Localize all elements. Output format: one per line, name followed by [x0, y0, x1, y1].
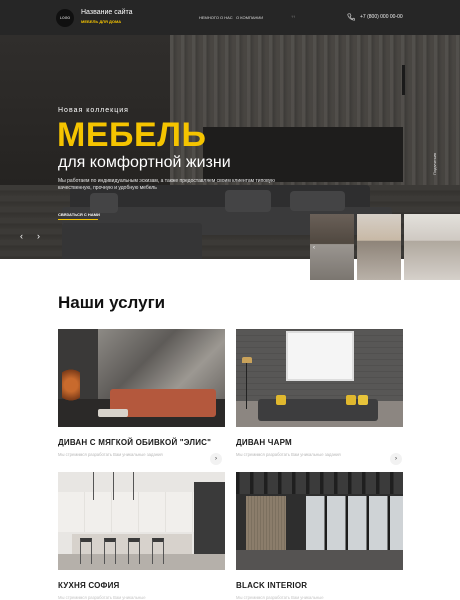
nav-link-about-us[interactable]: НЕМНОГО О НАС [199, 15, 233, 20]
service-card-image[interactable] [58, 329, 225, 427]
hero-pillow [90, 193, 118, 213]
hero-title: МЕБЕЛЬ [57, 116, 207, 154]
side-arrows: ‹ › [434, 151, 436, 171]
service-card-image[interactable] [236, 472, 403, 570]
hero-background-panel [203, 127, 403, 182]
chevron-right-icon[interactable]: › [390, 453, 402, 465]
service-card-description: Мы стремимся разработать Вам уникальные [58, 595, 146, 600]
logo[interactable]: LOGO [56, 9, 74, 27]
hero-thumbnail[interactable] [310, 214, 354, 280]
service-card-description: Мы стремимся разработать Вам уникальные … [58, 452, 163, 457]
hero-sofa-chaise [62, 223, 202, 259]
hero-pillow [290, 191, 345, 211]
nav-link-about-company[interactable]: О КОМПАНИИ [236, 15, 263, 20]
service-card-title[interactable]: BLACK INTERIOR [236, 581, 307, 590]
contact-us-button[interactable]: СВЯЗАТЬСЯ С НАМИ [58, 212, 100, 217]
service-card-description: Мы стремимся разработать Вам уникальные … [236, 452, 341, 457]
chevron-right-icon[interactable]: › [210, 453, 222, 465]
contact-us-underline [58, 219, 98, 220]
side-up-arrow-icon[interactable]: ‹ [434, 151, 436, 161]
service-card-title[interactable]: ДИВАН С МЯГКОЙ ОБИВКОЙ "ЭЛИС" [58, 438, 211, 447]
hero-thumbnails [310, 214, 460, 280]
hero-prev-arrow-icon[interactable]: ‹ [20, 231, 23, 241]
site-header: LOGO Название сайта МЕБЕЛЬ ДЛЯ ДОМА НЕМН… [0, 0, 460, 35]
hero-next-arrow-icon[interactable]: › [37, 231, 40, 241]
hero-kicker: Новая коллекция [58, 107, 129, 114]
phone-number[interactable]: +7 (800) 000 00-00 [360, 14, 403, 20]
thumbnails-prev-arrow-icon[interactable]: ‹ [313, 245, 315, 251]
hero-description: Мы работаем по индивидуальным эскизам, а… [58, 178, 275, 191]
service-card-image[interactable] [58, 472, 225, 570]
service-card-image[interactable] [236, 329, 403, 427]
hero-lamp [402, 65, 405, 95]
hero-thumbnail[interactable] [404, 214, 460, 280]
site-tagline: МЕБЕЛЬ ДЛЯ ДОМА [81, 19, 122, 24]
service-card-description: Мы стремимся разработать Вам уникальные [236, 595, 324, 600]
phone-icon [347, 13, 355, 21]
nav-more-icon[interactable]: ↑↑ [291, 14, 295, 19]
service-card-title[interactable]: КУХНЯ СОФИЯ [58, 581, 119, 590]
hero-subtitle: для комфортной жизни [58, 154, 231, 171]
site-name[interactable]: Название сайта [81, 9, 133, 16]
hero-pillow [225, 190, 271, 212]
hero-thumbnail[interactable] [357, 214, 401, 280]
service-card-title[interactable]: ДИВАН ЧАРМ [236, 438, 292, 447]
side-down-arrow-icon[interactable]: › [434, 161, 436, 171]
services-title: Наши услуги [58, 293, 166, 312]
